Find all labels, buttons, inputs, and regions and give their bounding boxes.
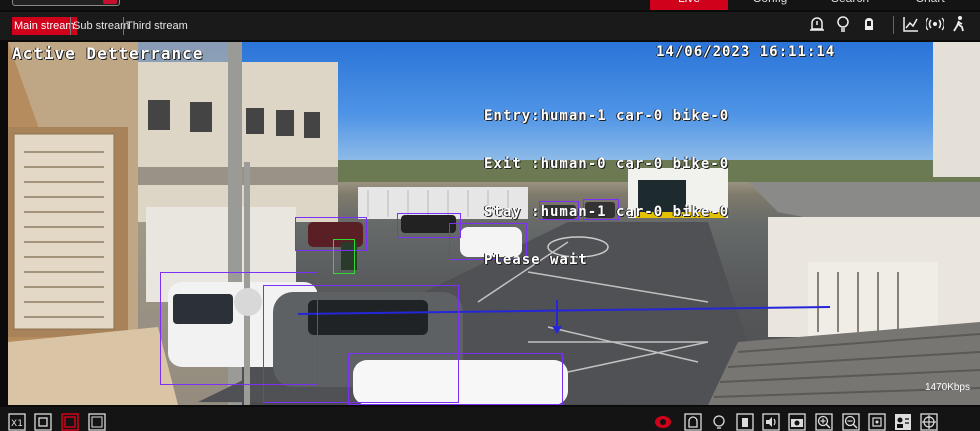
top-nav-bar: Live Config Search Chart xyxy=(0,0,980,10)
fullscreen-icon[interactable] xyxy=(88,413,106,431)
osd-counter-entry: Entry:human-1 car-0 bike-0 xyxy=(484,108,730,124)
bottom-toolbar xyxy=(0,407,980,431)
record-icon[interactable] xyxy=(654,413,672,431)
light-control-icon[interactable] xyxy=(710,413,728,431)
osd-counter-stay: Stay :human-1 car-0 bike-0 xyxy=(484,204,730,220)
3d-position-icon[interactable] xyxy=(868,413,886,431)
brand-logo xyxy=(12,0,120,6)
audio-alert-icon[interactable] xyxy=(860,15,878,33)
siren-icon[interactable] xyxy=(736,413,754,431)
face-info-icon[interactable] xyxy=(894,413,912,431)
stretch-icon[interactable] xyxy=(61,413,79,431)
svg-text:X1: X1 xyxy=(11,419,23,429)
osd-counters: Entry:human-1 car-0 bike-0 Exit :human-0… xyxy=(484,76,729,300)
fit-window-icon[interactable]: X1 xyxy=(8,413,26,431)
tab-config[interactable]: Config xyxy=(740,0,800,10)
detection-box xyxy=(348,353,563,405)
snapshot-icon[interactable] xyxy=(788,413,806,431)
tab-third-stream[interactable]: Third stream xyxy=(124,17,190,35)
tab-search[interactable]: Search xyxy=(820,0,880,10)
alarm-output-icon[interactable] xyxy=(684,413,702,431)
light-icon[interactable] xyxy=(834,15,852,33)
live-video-view[interactable]: Active Detterrance 14/06/2023 16:11:14 E… xyxy=(8,42,980,405)
person-detection-box xyxy=(333,239,355,274)
detection-box xyxy=(295,217,367,251)
osd-mode-label: Active Detterrance xyxy=(12,44,204,63)
tab-live[interactable]: Live xyxy=(650,0,728,10)
audio-icon[interactable] xyxy=(762,413,780,431)
zoom-out-icon[interactable] xyxy=(842,413,860,431)
osd-counter-exit: Exit :human-0 car-0 bike-0 xyxy=(484,156,730,172)
osd-timestamp: 14/06/2023 16:11:14 xyxy=(656,44,836,60)
ptz-icon[interactable] xyxy=(920,413,938,431)
statistics-icon[interactable] xyxy=(902,15,920,33)
osd-status: Please wait xyxy=(484,252,588,268)
alarm-icon[interactable] xyxy=(808,15,826,33)
tab-main-stream[interactable]: Main stream xyxy=(12,17,77,35)
bitrate-readout: 1470Kbps xyxy=(924,382,970,393)
original-size-icon[interactable] xyxy=(34,413,52,431)
radio-icon[interactable] xyxy=(926,15,944,33)
person-walk-icon[interactable] xyxy=(950,15,968,33)
zoom-in-icon[interactable] xyxy=(815,413,833,431)
divider xyxy=(893,16,894,34)
tab-chart[interactable]: Chart xyxy=(900,0,960,10)
